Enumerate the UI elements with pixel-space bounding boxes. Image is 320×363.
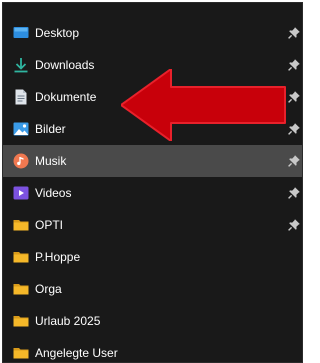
nav-item-urlaub-2025[interactable]: Urlaub 2025	[3, 305, 302, 337]
pin-icon[interactable]	[287, 186, 301, 200]
nav-item-videos[interactable]: Videos	[3, 177, 302, 209]
nav-item-desktop[interactable]: Desktop	[3, 17, 302, 49]
folder-icon	[13, 249, 29, 265]
nav-item-label: Bilder	[35, 122, 66, 136]
quick-access-list: Desktop Downloads Dokumente Bilder Musik…	[3, 3, 302, 362]
annotation-arrow-icon	[121, 69, 286, 141]
music-icon	[13, 153, 29, 169]
folder-icon	[13, 313, 29, 329]
nav-item-angelegte-user[interactable]: Angelegte User	[3, 337, 302, 362]
folder-icon	[13, 217, 29, 233]
explorer-navigation-pane: Desktop Downloads Dokumente Bilder Musik…	[2, 2, 303, 363]
pin-icon[interactable]	[287, 122, 301, 136]
nav-item-label: Urlaub 2025	[35, 314, 101, 328]
download-icon	[13, 57, 29, 73]
nav-item-musik[interactable]: Musik	[3, 145, 302, 177]
pin-icon[interactable]	[287, 26, 301, 40]
nav-item-label: OPTI	[35, 218, 64, 232]
pin-icon[interactable]	[287, 90, 301, 104]
videos-icon	[13, 185, 29, 201]
nav-item-label: Orga	[35, 282, 62, 296]
nav-item-label: Musik	[35, 154, 67, 168]
folder-icon	[13, 345, 29, 361]
pin-icon[interactable]	[287, 154, 301, 168]
nav-item-label: Downloads	[35, 58, 95, 72]
document-icon	[13, 89, 29, 105]
pictures-icon	[13, 121, 29, 137]
desktop-icon	[13, 25, 29, 41]
pin-icon[interactable]	[287, 58, 301, 72]
nav-item-opti[interactable]: OPTI	[3, 209, 302, 241]
nav-item-orga[interactable]: Orga	[3, 273, 302, 305]
folder-icon	[13, 281, 29, 297]
nav-item-p-hoppe[interactable]: P.Hoppe	[3, 241, 302, 273]
nav-item-label: Dokumente	[35, 90, 97, 104]
nav-item-label: Angelegte User	[35, 346, 118, 360]
nav-item-label: P.Hoppe	[35, 250, 81, 264]
nav-item-label: Desktop	[35, 26, 80, 40]
pin-icon[interactable]	[287, 218, 301, 232]
nav-item-label: Videos	[35, 186, 72, 200]
